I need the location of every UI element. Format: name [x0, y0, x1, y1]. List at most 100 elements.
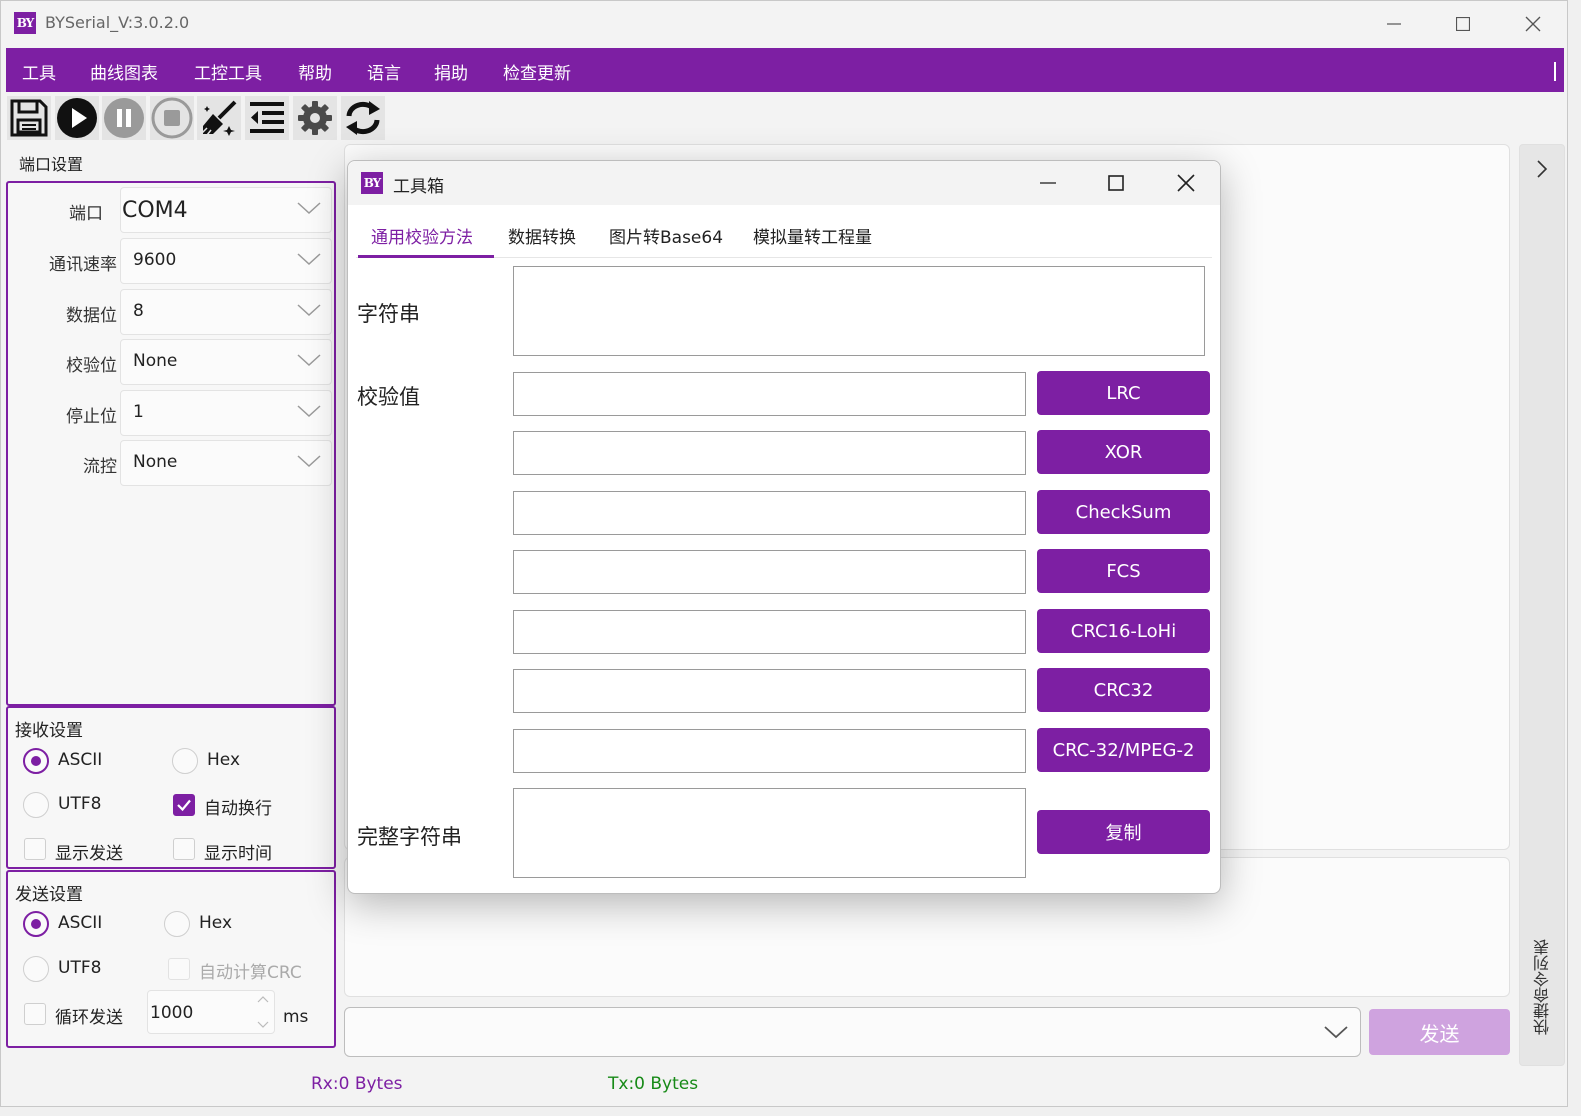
- play-icon: [57, 98, 97, 138]
- loop-interval-stepper[interactable]: 1000: [147, 990, 275, 1034]
- stop-bits-select[interactable]: 1: [120, 390, 332, 436]
- tab-checksum-methods[interactable]: 通用校验方法: [371, 223, 473, 248]
- lrc-result-field[interactable]: [513, 372, 1026, 416]
- title-bar: BY BYSerial_V:3.0.2.0: [1, 1, 1567, 47]
- full-string-field[interactable]: [513, 788, 1026, 878]
- rx-counter: Rx:0 Bytes: [311, 1074, 403, 1094]
- crc32-mpeg2-result-field[interactable]: [513, 729, 1026, 773]
- start-button[interactable]: [55, 96, 99, 140]
- toolbox-minimize-button[interactable]: [1028, 169, 1068, 197]
- send-history-combo[interactable]: [344, 1007, 1361, 1057]
- send-utf8-radio[interactable]: [23, 956, 49, 982]
- send-ascii-label: ASCII: [58, 913, 103, 933]
- menu-check-update[interactable]: 检查更新: [503, 59, 571, 84]
- crc32-button[interactable]: CRC32: [1037, 668, 1210, 712]
- clear-button[interactable]: [197, 96, 241, 140]
- xor-button[interactable]: XOR: [1037, 430, 1210, 474]
- copy-button[interactable]: 复制: [1037, 810, 1210, 854]
- data-bits-value: 8: [133, 301, 144, 321]
- show-send-label: 显示发送: [55, 844, 123, 864]
- broom-icon: [201, 100, 237, 136]
- maximize-button[interactable]: [1440, 9, 1486, 39]
- toolbox-maximize-button[interactable]: [1096, 169, 1136, 197]
- quick-command-panel: [1519, 144, 1565, 1066]
- port-select[interactable]: COM4: [120, 187, 332, 233]
- send-ascii-radio[interactable]: [23, 911, 49, 937]
- flow-control-select[interactable]: None: [120, 440, 332, 486]
- auto-crc-checkbox[interactable]: [168, 958, 190, 980]
- lrc-button[interactable]: LRC: [1037, 371, 1210, 415]
- toolbox-title: 工具箱: [393, 177, 444, 197]
- settings-button[interactable]: [293, 96, 337, 140]
- active-tab-indicator: [358, 255, 494, 258]
- chevron-up-icon[interactable]: [257, 995, 269, 1003]
- quick-command-label[interactable]: 快捷命令列表: [1531, 939, 1555, 1035]
- chevron-down-icon: [297, 354, 321, 367]
- flow-control-label: 流控: [83, 457, 117, 477]
- close-icon: [1525, 16, 1541, 32]
- refresh-button[interactable]: [341, 96, 385, 140]
- receive-settings-group: 接收设置 ASCII Hex UTF8 自动换行 显示发送 显示时间: [6, 706, 336, 869]
- interval-unit: ms: [283, 1007, 309, 1027]
- crc32-mpeg2-button[interactable]: CRC-32/MPEG-2: [1037, 728, 1210, 772]
- receive-ascii-label: ASCII: [58, 750, 103, 770]
- tab-analog-engineering[interactable]: 模拟量转工程量: [753, 223, 872, 248]
- port-value: COM4: [122, 198, 188, 223]
- baud-select[interactable]: 9600: [120, 238, 332, 284]
- send-hex-radio[interactable]: [164, 911, 190, 937]
- xor-result-field[interactable]: [513, 431, 1026, 475]
- save-button[interactable]: [7, 96, 51, 140]
- receive-ascii-radio[interactable]: [23, 748, 49, 774]
- receive-hex-radio[interactable]: [172, 748, 198, 774]
- parity-select[interactable]: None: [120, 339, 332, 385]
- fcs-result-field[interactable]: [513, 550, 1026, 594]
- menu-help[interactable]: 帮助: [298, 59, 332, 84]
- send-button[interactable]: 发送: [1369, 1009, 1510, 1055]
- fcs-button[interactable]: FCS: [1037, 549, 1210, 593]
- app-logo: BY: [14, 12, 36, 34]
- minimize-icon: [1040, 182, 1056, 184]
- crc32-result-field[interactable]: [513, 669, 1026, 713]
- auto-newline-checkbox[interactable]: [173, 794, 195, 816]
- menu-tools[interactable]: 工具: [22, 59, 56, 84]
- toolbox-title-bar: BY 工具箱: [348, 161, 1220, 205]
- data-bits-label: 数据位: [66, 306, 117, 326]
- chevron-down-icon[interactable]: [257, 1021, 269, 1029]
- stop-bits-label: 停止位: [66, 407, 117, 427]
- menu-charts[interactable]: 曲线图表: [90, 59, 158, 84]
- gear-icon: [298, 101, 332, 135]
- chevron-down-icon: [1324, 1026, 1348, 1039]
- close-button[interactable]: [1510, 9, 1556, 39]
- chevron-right-icon[interactable]: [1536, 159, 1548, 179]
- stop-bits-value: 1: [133, 402, 144, 422]
- indent-button[interactable]: [245, 96, 289, 140]
- show-time-label: 显示时间: [204, 844, 272, 864]
- string-label: 字符串: [357, 302, 420, 326]
- stop-button[interactable]: [150, 96, 194, 140]
- show-time-checkbox[interactable]: [173, 838, 195, 860]
- receive-utf8-radio[interactable]: [23, 792, 49, 818]
- checkmark-icon: [177, 799, 191, 812]
- send-utf8-label: UTF8: [58, 958, 102, 978]
- crc16-result-field[interactable]: [513, 610, 1026, 654]
- menu-language[interactable]: 语言: [367, 59, 401, 84]
- data-bits-select[interactable]: 8: [120, 289, 332, 335]
- refresh-icon: [346, 101, 380, 135]
- minimize-button[interactable]: [1371, 9, 1417, 39]
- show-send-checkbox[interactable]: [24, 838, 46, 860]
- loop-send-label: 循环发送: [55, 1008, 123, 1028]
- pause-button[interactable]: [102, 96, 146, 140]
- menu-industrial-tools[interactable]: 工控工具: [194, 59, 262, 84]
- tab-data-conversion[interactable]: 数据转换: [508, 223, 576, 248]
- close-icon: [1177, 174, 1195, 192]
- baud-label: 通讯速率: [49, 255, 117, 275]
- checksum-button[interactable]: CheckSum: [1037, 490, 1210, 534]
- toolbox-close-button[interactable]: [1166, 169, 1206, 197]
- loop-send-checkbox[interactable]: [24, 1003, 46, 1025]
- tab-image-base64[interactable]: 图片转Base64: [609, 223, 723, 248]
- receive-utf8-label: UTF8: [58, 794, 102, 814]
- crc16-lohi-button[interactable]: CRC16-LoHi: [1037, 609, 1210, 653]
- string-input[interactable]: [513, 266, 1205, 356]
- menu-donate[interactable]: 捐助: [434, 59, 468, 84]
- checksum-result-field[interactable]: [513, 491, 1026, 535]
